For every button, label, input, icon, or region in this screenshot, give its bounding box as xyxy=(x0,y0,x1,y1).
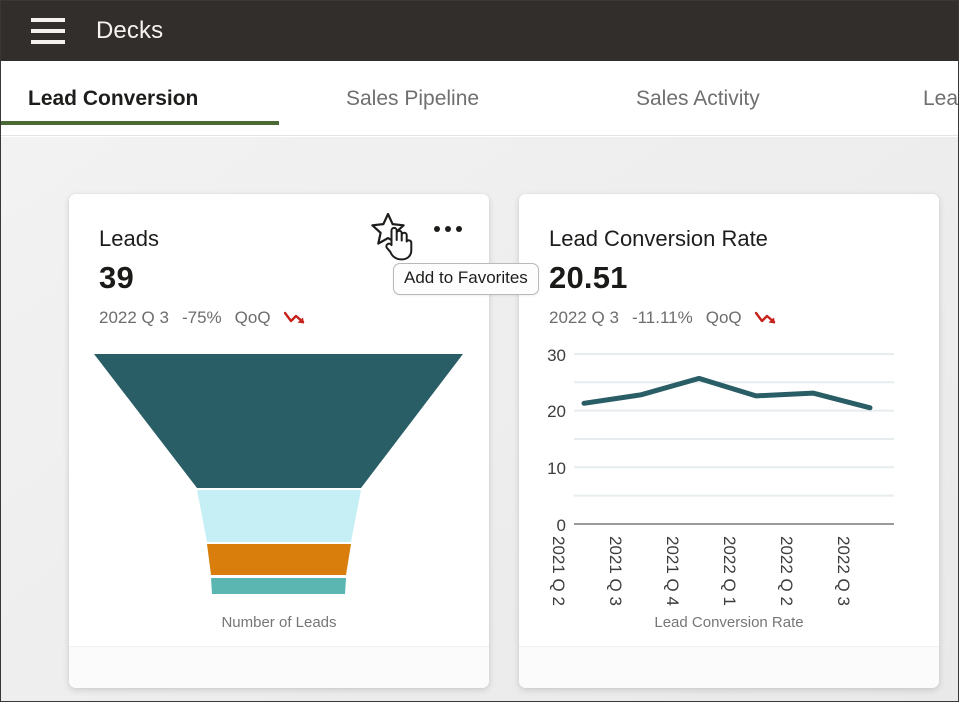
top-bar: Decks xyxy=(1,1,958,61)
tab-sales-activity[interactable]: Sales Activity xyxy=(636,61,760,135)
xtick-label: 2022 Q 3 xyxy=(834,536,853,606)
tooltip-add-to-favorites: Add to Favorites xyxy=(393,263,539,295)
tab-label: Sales Pipeline xyxy=(346,86,480,110)
card-rate-delta: -11.11% xyxy=(631,308,693,327)
trend-down-icon xyxy=(754,310,777,326)
tab-sales-pipeline[interactable]: Sales Pipeline xyxy=(346,61,480,135)
funnel-stage-3 xyxy=(207,544,351,575)
trend-down-icon xyxy=(283,310,306,326)
hamburger-bar xyxy=(31,18,65,22)
active-tab-underline xyxy=(1,121,279,125)
card-rate-title: Lead Conversion Rate xyxy=(549,226,768,251)
funnel-chart-svg xyxy=(94,354,463,594)
funnel-chart xyxy=(69,349,489,599)
card-leads-value: 39 xyxy=(99,260,134,295)
more-dot xyxy=(445,226,451,232)
hamburger-bar xyxy=(31,29,65,33)
xtick-label: 2022 Q 2 xyxy=(777,536,796,606)
tab-lead-overflow[interactable]: Lea xyxy=(923,61,959,135)
ytick-10: 10 xyxy=(547,459,566,478)
tab-label: Lead Conversion xyxy=(28,86,199,110)
hamburger-menu-icon[interactable] xyxy=(31,18,65,44)
card-rate-delta-unit: QoQ xyxy=(705,308,742,327)
more-dot xyxy=(456,226,462,232)
add-to-favorites-button[interactable] xyxy=(367,208,409,250)
card-rate-meta: 2022 Q 3 -11.11% QoQ xyxy=(549,308,777,328)
tab-label: Sales Activity xyxy=(636,86,760,110)
hamburger-bar xyxy=(31,40,65,44)
tab-label: Lea xyxy=(923,86,959,110)
card-leads-delta-unit: QoQ xyxy=(234,308,271,327)
card-leads-body: Leads 39 2022 Q 3 -75% QoQ Number of Lea… xyxy=(69,194,489,646)
card-leads-period: 2022 Q 3 xyxy=(99,308,169,327)
card-leads-more-button[interactable] xyxy=(427,208,469,250)
card-lead-conversion-rate[interactable]: Lead Conversion Rate 20.51 2022 Q 3 -11.… xyxy=(519,194,939,688)
line-chart-svg: 30 20 10 0 2021 Q 2 2021 Q 3 2021 Q 4 20… xyxy=(547,346,894,606)
ytick-0: 0 xyxy=(557,516,566,535)
funnel-stage-1 xyxy=(94,354,463,488)
more-dot xyxy=(434,226,440,232)
xtick-label: 2021 Q 3 xyxy=(606,536,625,606)
card-leads-title: Leads xyxy=(99,226,159,251)
line-chart: 30 20 10 0 2021 Q 2 2021 Q 3 2021 Q 4 20… xyxy=(519,344,939,609)
card-leads-footer xyxy=(69,646,489,688)
card-rate-body: Lead Conversion Rate 20.51 2022 Q 3 -11.… xyxy=(519,194,939,646)
ytick-20: 20 xyxy=(547,402,566,421)
xtick-label: 2021 Q 2 xyxy=(549,536,568,606)
star-outline-icon xyxy=(371,212,405,245)
app-title: Decks xyxy=(96,17,164,44)
card-rate-chart-caption: Lead Conversion Rate xyxy=(654,614,804,631)
card-rate-period: 2022 Q 3 xyxy=(549,308,619,327)
xtick-label: 2022 Q 1 xyxy=(720,536,739,606)
card-rate-value: 20.51 xyxy=(549,260,628,295)
funnel-stage-2 xyxy=(197,490,361,542)
card-rate-footer xyxy=(519,646,939,688)
card-leads-chart-caption: Number of Leads xyxy=(221,614,337,631)
card-leads-meta: 2022 Q 3 -75% QoQ xyxy=(99,308,306,328)
app-window: Decks Lead Conversion Sales Pipeline Sal… xyxy=(0,0,959,702)
card-leads-delta: -75% xyxy=(181,308,222,327)
funnel-stage-4 xyxy=(211,578,346,594)
ytick-30: 30 xyxy=(547,346,566,365)
xtick-label: 2021 Q 4 xyxy=(663,536,682,606)
